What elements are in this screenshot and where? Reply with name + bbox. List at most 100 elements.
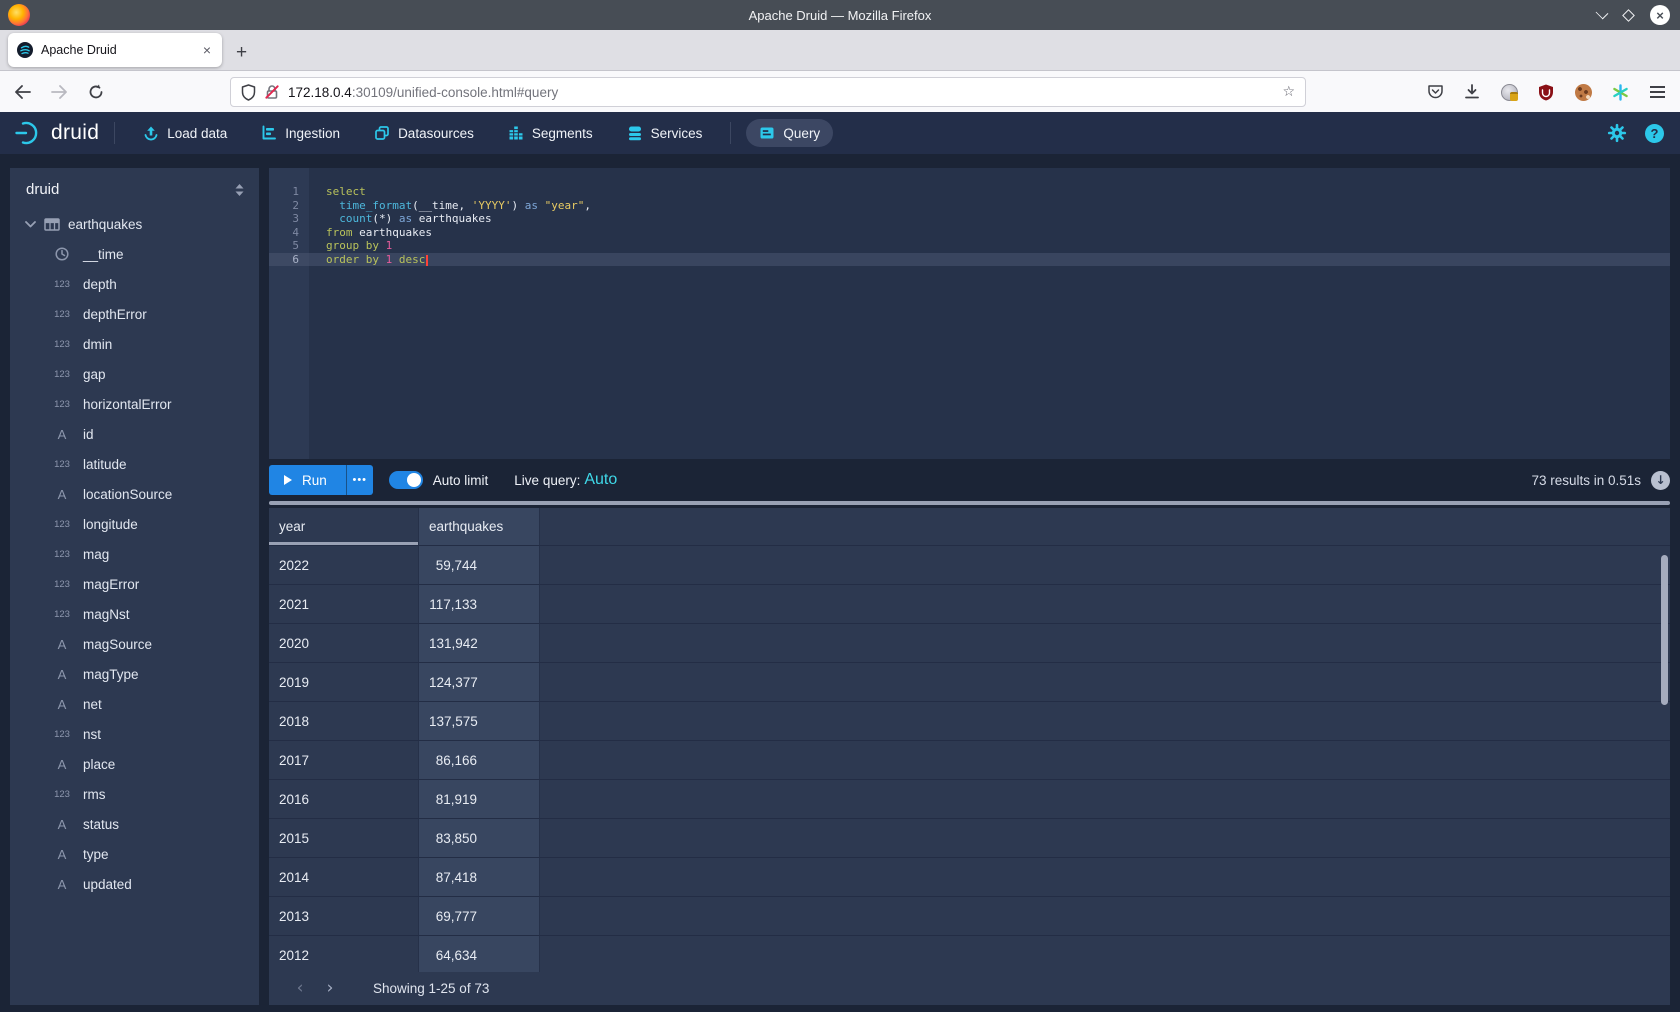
run-more-options-button[interactable]: ••• (346, 465, 373, 495)
next-page-icon[interactable]: › (315, 980, 345, 997)
column-item-magType[interactable]: AmagType (10, 659, 259, 689)
insecure-lock-icon[interactable] (265, 84, 279, 100)
window-maximize-icon[interactable] (1622, 9, 1635, 22)
column-item-__time[interactable]: __time (10, 239, 259, 269)
downloads-icon[interactable] (1463, 83, 1481, 101)
table-row[interactable]: 2021117,133 (269, 585, 1670, 624)
table-row[interactable]: 201369,777 (269, 897, 1670, 936)
previous-page-icon[interactable]: ‹ (285, 980, 315, 997)
cell-earthquakes[interactable]: 117,133 (419, 585, 540, 624)
vertical-scrollbar[interactable] (1661, 555, 1668, 705)
cell-year[interactable]: 2020 (269, 624, 419, 663)
pocket-icon[interactable] (1426, 83, 1444, 101)
tracking-protection-shield-icon[interactable] (241, 84, 256, 101)
colorful-asterisk-extension-icon[interactable] (1611, 83, 1629, 101)
settings-gear-icon[interactable] (1607, 123, 1627, 143)
table-row[interactable]: 201487,418 (269, 858, 1670, 897)
column-item-magSource[interactable]: AmagSource (10, 629, 259, 659)
live-query-value[interactable]: Auto (584, 471, 617, 489)
chevron-down-icon[interactable] (25, 221, 36, 228)
cell-year[interactable]: 2015 (269, 819, 419, 858)
cell-earthquakes[interactable]: 131,942 (419, 624, 540, 663)
column-item-latitude[interactable]: 123latitude (10, 449, 259, 479)
column-item-gap[interactable]: 123gap (10, 359, 259, 389)
column-item-type[interactable]: Atype (10, 839, 259, 869)
nav-item-query[interactable]: Query (746, 119, 833, 147)
column-item-net[interactable]: Anet (10, 689, 259, 719)
cell-earthquakes[interactable]: 137,575 (419, 702, 540, 741)
url-bar[interactable]: 172.18.0.4:30109/unified-console.html#qu… (230, 77, 1306, 107)
column-item-mag[interactable]: 123mag (10, 539, 259, 569)
cookie-extension-icon[interactable] (1574, 83, 1592, 101)
column-item-nst[interactable]: 123nst (10, 719, 259, 749)
cell-year[interactable]: 2017 (269, 741, 419, 780)
table-row[interactable]: 2018137,575 (269, 702, 1670, 741)
menu-icon[interactable] (1648, 83, 1666, 101)
table-row[interactable]: 201786,166 (269, 741, 1670, 780)
tab-close-icon[interactable]: × (200, 42, 214, 58)
back-icon[interactable] (14, 85, 31, 99)
cell-earthquakes[interactable]: 64,634 (419, 936, 540, 972)
column-header-earthquakes[interactable]: earthquakes (419, 508, 540, 546)
table-row[interactable]: 201583,850 (269, 819, 1670, 858)
cell-year[interactable]: 2013 (269, 897, 419, 936)
cell-earthquakes[interactable]: 86,166 (419, 741, 540, 780)
nav-item-services[interactable]: Services (614, 119, 716, 147)
cell-earthquakes[interactable]: 87,418 (419, 858, 540, 897)
nav-item-load-data[interactable]: Load data (130, 119, 240, 147)
column-item-rms[interactable]: 123rms (10, 779, 259, 809)
column-item-depth[interactable]: 123depth (10, 269, 259, 299)
download-results-icon[interactable]: ↓ (1651, 471, 1670, 490)
table-row[interactable]: 2019124,377 (269, 663, 1670, 702)
cell-year[interactable]: 2016 (269, 780, 419, 819)
cell-year[interactable]: 2019 (269, 663, 419, 702)
column-item-updated[interactable]: Aupdated (10, 869, 259, 899)
table-row[interactable]: 201681,919 (269, 780, 1670, 819)
column-item-longitude[interactable]: 123longitude (10, 509, 259, 539)
window-minimize-icon[interactable] (1596, 7, 1609, 20)
bookmark-star-icon[interactable]: ☆ (1282, 84, 1295, 100)
resize-splitter[interactable] (269, 501, 1670, 505)
cell-year[interactable]: 2012 (269, 936, 419, 972)
cell-year[interactable]: 2022 (269, 546, 419, 585)
sort-double-caret-icon[interactable] (234, 183, 245, 197)
cell-year[interactable]: 2014 (269, 858, 419, 897)
column-item-horizontalError[interactable]: 123horizontalError (10, 389, 259, 419)
cell-year[interactable]: 2018 (269, 702, 419, 741)
help-icon[interactable]: ? (1645, 124, 1664, 143)
sql-editor[interactable]: 123456 select time_format(__time, 'YYYY'… (269, 168, 1670, 459)
cell-earthquakes[interactable]: 59,744 (419, 546, 540, 585)
table-row[interactable]: 2020131,942 (269, 624, 1670, 663)
column-header-year[interactable]: year (269, 508, 419, 546)
column-item-id[interactable]: Aid (10, 419, 259, 449)
column-name: type (83, 847, 109, 862)
nav-item-ingestion[interactable]: Ingestion (248, 119, 353, 147)
nav-item-segments[interactable]: Segments (495, 119, 606, 147)
column-item-depthError[interactable]: 123depthError (10, 299, 259, 329)
table-row[interactable]: 201264,634 (269, 936, 1670, 972)
auto-limit-toggle[interactable] (389, 471, 423, 489)
column-item-place[interactable]: Aplace (10, 749, 259, 779)
table-row[interactable]: 202259,744 (269, 546, 1670, 585)
column-item-dmin[interactable]: 123dmin (10, 329, 259, 359)
new-tab-button[interactable]: + (236, 43, 247, 62)
column-item-magNst[interactable]: 123magNst (10, 599, 259, 629)
cell-earthquakes[interactable]: 81,919 (419, 780, 540, 819)
cell-earthquakes[interactable]: 124,377 (419, 663, 540, 702)
column-item-locationSource[interactable]: AlocationSource (10, 479, 259, 509)
cell-earthquakes[interactable]: 83,850 (419, 819, 540, 858)
column-item-status[interactable]: Astatus (10, 809, 259, 839)
ublock-origin-icon[interactable] (1537, 83, 1555, 101)
forward-icon[interactable] (51, 85, 68, 99)
druid-logo[interactable]: druid (14, 120, 99, 146)
run-button[interactable]: Run (269, 465, 346, 495)
cell-year[interactable]: 2021 (269, 585, 419, 624)
browser-tab-apache-druid[interactable]: Apache Druid × (8, 33, 222, 67)
extension-privacy-icon[interactable] (1500, 83, 1518, 101)
nav-item-datasources[interactable]: Datasources (361, 119, 487, 147)
window-close-icon[interactable]: × (1650, 5, 1670, 25)
cell-earthquakes[interactable]: 69,777 (419, 897, 540, 936)
tree-item-earthquakes[interactable]: earthquakes (10, 209, 259, 239)
reload-icon[interactable] (88, 84, 104, 100)
column-item-magError[interactable]: 123magError (10, 569, 259, 599)
